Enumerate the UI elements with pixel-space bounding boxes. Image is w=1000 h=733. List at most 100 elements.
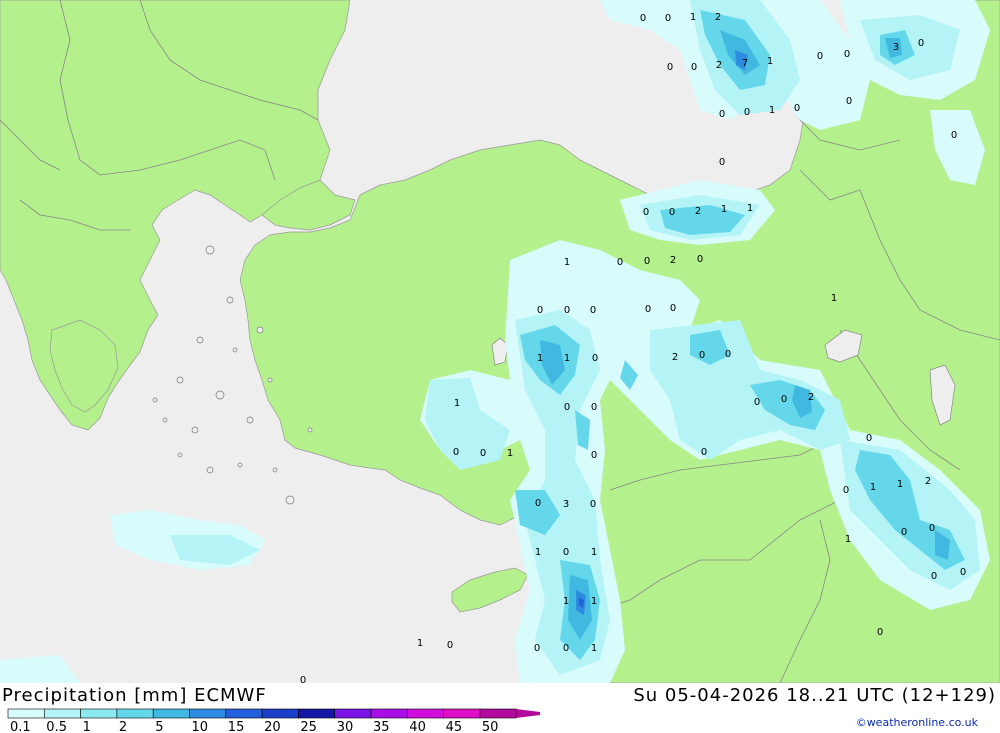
legend-label: 30 [337, 720, 354, 733]
legend-label: 35 [373, 720, 390, 733]
legend-swatch [370, 708, 408, 719]
point-value: 2 [670, 255, 676, 266]
point-value: 1 [507, 448, 513, 459]
point-value: 0 [817, 51, 823, 62]
point-value: 2 [672, 352, 678, 363]
point-value: 2 [695, 206, 701, 217]
map-title: Precipitation [mm] ECMWF [2, 685, 267, 706]
point-value: 3 [893, 42, 899, 53]
point-value: 0 [447, 640, 453, 651]
point-value: 1 [564, 257, 570, 268]
legend-swatch [152, 708, 190, 719]
point-value: 0 [844, 49, 850, 60]
point-value: 0 [960, 567, 966, 578]
precipitation-map: 0 0 1 2 0 0 2 7 1 0 0 3 0 0 0 1 0 0 0 0 0 0 2 1 1 1 0 0 2 0 1 0 0 0 0 0 1 1 0 2… [0, 0, 1000, 683]
point-value: 1 [537, 353, 543, 364]
point-value: 1 [690, 12, 696, 23]
point-value: 2 [716, 60, 722, 71]
point-value: 1 [564, 353, 570, 364]
legend-label: 2 [119, 720, 127, 733]
point-value: 0 [590, 499, 596, 510]
point-value: 0 [951, 130, 957, 141]
point-value: 0 [846, 96, 852, 107]
point-value: 1 [870, 482, 876, 493]
legend-label: 15 [228, 720, 245, 733]
legend-label: 20 [264, 720, 281, 733]
point-value: 0 [537, 305, 543, 316]
legend-label: 40 [409, 720, 426, 733]
legend-swatch [479, 708, 517, 719]
point-value: 1 [831, 293, 837, 304]
point-value: 1 [747, 203, 753, 214]
point-value: 0 [901, 527, 907, 538]
point-value: 0 [670, 303, 676, 314]
legend-label: 5 [155, 720, 163, 733]
point-value: 0 [781, 394, 787, 405]
point-value: 0 [591, 402, 597, 413]
legend-swatch [225, 708, 263, 719]
legend-label: 0.1 [10, 720, 31, 733]
point-value: 1 [845, 534, 851, 545]
point-value: 1 [563, 596, 569, 607]
point-value: 0 [699, 350, 705, 361]
point-value: 1 [721, 204, 727, 215]
point-value: 0 [719, 157, 725, 168]
point-value: 1 [769, 105, 775, 116]
point-value: 0 [697, 254, 703, 265]
point-value: 0 [725, 349, 731, 360]
point-value: 2 [808, 392, 814, 403]
point-value: 0 [480, 448, 486, 459]
point-value: 0 [591, 450, 597, 461]
point-value: 0 [564, 402, 570, 413]
point-value: 0 [719, 109, 725, 120]
point-value: 7 [742, 58, 748, 69]
point-value: 0 [669, 207, 675, 218]
legend-swatch [116, 708, 154, 719]
point-value: 0 [535, 498, 541, 509]
point-value: 0 [563, 547, 569, 558]
point-value: 0 [744, 107, 750, 118]
point-value: 0 [691, 62, 697, 73]
point-value: 0 [667, 62, 673, 73]
point-value: 0 [563, 643, 569, 654]
valid-time: Su 05-04-2026 18..21 UTC (12+129) [633, 685, 996, 706]
legend-swatch [80, 708, 118, 719]
point-value: 0 [592, 353, 598, 364]
point-value: 0 [931, 571, 937, 582]
point-value: 0 [866, 433, 872, 444]
point-value: 2 [715, 12, 721, 23]
point-value: 1 [897, 479, 903, 490]
point-value: 0 [929, 523, 935, 534]
point-value: 0 [644, 256, 650, 267]
point-value: 0 [590, 305, 596, 316]
point-value: 3 [563, 499, 569, 510]
legend-label: 45 [446, 720, 463, 733]
point-value: 0 [453, 447, 459, 458]
precipitation-legend: 0.1 0.5 1 2 5 10 15 20 25 30 35 40 45 50 [7, 708, 540, 733]
point-value: 0 [617, 257, 623, 268]
legend-swatch [443, 708, 481, 719]
legend-label: 10 [192, 720, 209, 733]
point-value: 0 [918, 38, 924, 49]
point-value: 0 [701, 447, 707, 458]
point-value: 0 [534, 643, 540, 654]
point-value: 0 [645, 304, 651, 315]
legend-label: 25 [300, 720, 317, 733]
legend-swatch [334, 708, 372, 719]
credit-link[interactable]: ©weatheronline.co.uk [856, 716, 978, 729]
point-value: 0 [640, 13, 646, 24]
point-value: 0 [794, 103, 800, 114]
point-value: 2 [925, 476, 931, 487]
point-value: 1 [591, 547, 597, 558]
point-value: 0 [564, 305, 570, 316]
point-value: 1 [591, 596, 597, 607]
point-value: 1 [454, 398, 460, 409]
point-value: 0 [300, 675, 306, 683]
point-value: 0 [665, 13, 671, 24]
legend-label: 0.5 [46, 720, 67, 733]
legend-swatch [298, 708, 335, 719]
point-value: 1 [767, 56, 773, 67]
point-value: 0 [877, 627, 883, 638]
legend-swatch [406, 708, 444, 719]
point-value: 1 [591, 643, 597, 654]
